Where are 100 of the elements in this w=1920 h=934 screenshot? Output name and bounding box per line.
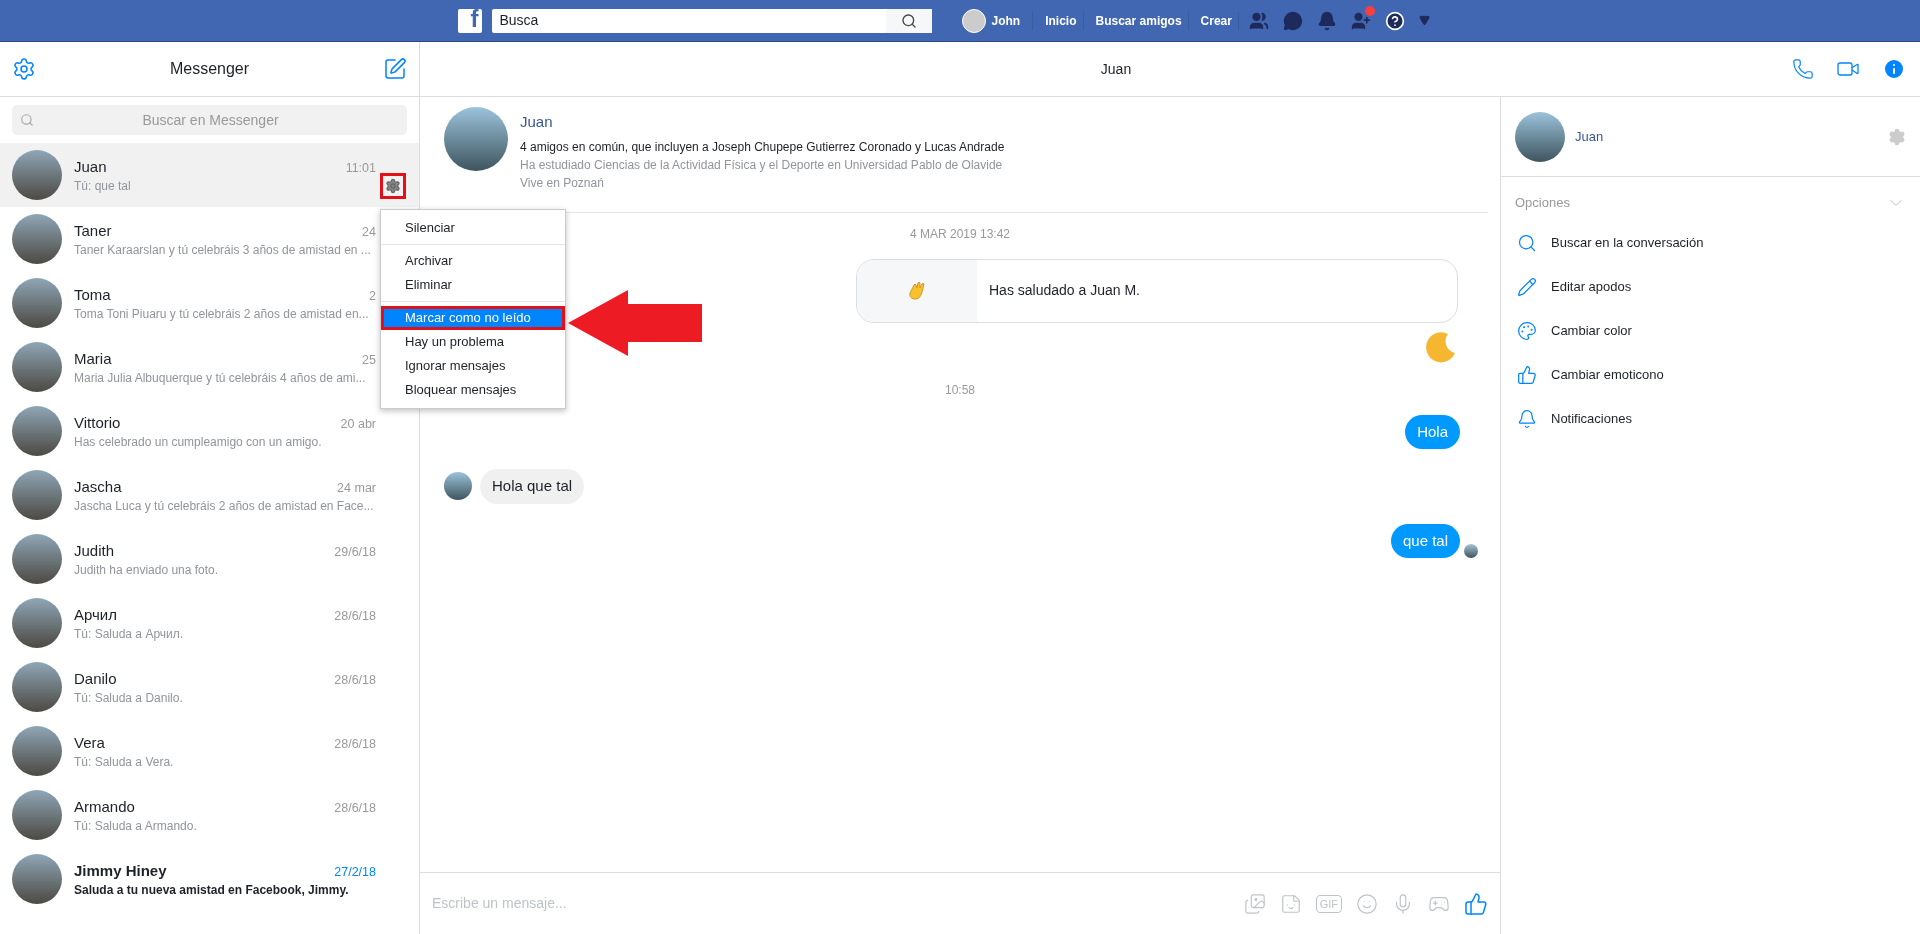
settings-button[interactable] (380, 173, 406, 199)
menu-item[interactable]: Archivar (381, 249, 565, 273)
contact-name: Vera (74, 733, 105, 754)
help-icon[interactable] (1384, 10, 1405, 31)
message-preview: Toma Toni Piuaru y tú celebráis 2 años de amistad en... (74, 306, 369, 322)
message-preview: Tú: Saluda a Danilo. (74, 690, 183, 706)
search-icon (900, 12, 917, 29)
message-time: 25 (362, 352, 376, 370)
message-time: 2 (369, 288, 376, 306)
conversation-item[interactable]: Danilo 28/6/18 Tú: Saluda a Danilo. (12, 662, 376, 712)
settings-icon[interactable] (12, 57, 36, 81)
friends-icon[interactable] (1248, 10, 1269, 31)
facebook-logo[interactable]: f (457, 8, 482, 33)
user-avatar[interactable] (961, 8, 986, 33)
message-preview: Tú: que tal (74, 178, 131, 194)
menu-item[interactable]: Hay un problema (381, 330, 565, 354)
nav-link[interactable]: Buscar amigos (1089, 11, 1189, 30)
location-info: Vive en Poznań (520, 174, 605, 192)
sender-avatar (444, 472, 472, 501)
contact-name: Taner (74, 221, 112, 242)
palette-icon (1517, 321, 1537, 341)
message-time: 24 (362, 224, 376, 242)
message-time: 28/6/18 (334, 736, 376, 754)
conversation-item[interactable]: Judith 29/6/18 Judith ha enviado una foto. (12, 534, 376, 584)
conversation-item[interactable]: Toma 2 Toma Toni Piuaru y tú celebráis 2 años de amistad en... (12, 278, 376, 328)
conversation-item[interactable]: Jascha 24 mar Jascha Luca y tú celebráis 2 años de amistad en Face... (12, 470, 376, 520)
message-time: 28/6/18 (334, 608, 376, 626)
profile-name[interactable]: Juan (1575, 126, 1878, 147)
message-time: 20 abr (340, 416, 376, 434)
message-preview: Tú: Saluda a Armando. (74, 818, 197, 834)
thumbs-up-icon (1517, 365, 1537, 385)
section-title: Opciones (1515, 194, 1570, 213)
message-time: 24 mar (337, 480, 376, 498)
timestamp: 4 MAR 2019 13:42 (909, 225, 1011, 243)
conversation-item[interactable]: Арчил 28/6/18 Tú: Saluda a Арчил. (12, 598, 376, 648)
contact-name: Maria (74, 349, 112, 370)
avatar-photo (12, 342, 62, 392)
option-item[interactable]: Cambiar color (1501, 309, 1920, 353)
pencil-icon (1517, 277, 1537, 297)
menu-item[interactable]: Ignorar mensajes (381, 354, 565, 378)
gear-icon (385, 178, 401, 194)
message-time: 28/6/18 (334, 800, 376, 818)
compose-icon[interactable] (383, 57, 407, 81)
outgoing-message: que tal (1390, 523, 1460, 558)
search-input[interactable]: Busca (491, 10, 886, 31)
crescent-moon-icon (1424, 330, 1458, 365)
message-preview: Taner Karaarslan y tú celebráis 3 años de amistad en ... (74, 242, 371, 258)
avatar-photo (12, 534, 62, 584)
menu-item[interactable]: Marcar como no leído (381, 306, 565, 330)
panel-title: Messenger (169, 59, 250, 79)
search-field[interactable]: Busca (491, 8, 932, 33)
thumbs-up-icon[interactable] (1464, 891, 1488, 916)
option-item[interactable]: Cambiar emoticono (1501, 353, 1920, 397)
settings-icon[interactable] (1888, 127, 1906, 146)
menu-item[interactable]: Silenciar (381, 216, 565, 240)
conversation-item[interactable]: Juan 11:01 Tú: que tal (12, 150, 376, 200)
contact-name: Jascha (74, 477, 122, 498)
nav-link[interactable]: Inicio (1039, 11, 1084, 30)
menu-item[interactable]: Bloquear mensajes (381, 378, 565, 402)
smiley-icon[interactable] (1356, 892, 1378, 915)
message-preview: Maria Julia Albuquerque y tú celebráis 4 años de ami... (74, 370, 366, 386)
caret-icon[interactable] (1418, 15, 1430, 26)
conversation-item[interactable]: Vera 28/6/18 Tú: Saluda a Vera. (12, 726, 376, 776)
profile-link[interactable]: John (991, 11, 1034, 30)
option-item[interactable]: Buscar en la conversación (1501, 221, 1920, 265)
menu-item[interactable]: Eliminar (381, 273, 565, 297)
avatar-photo (12, 278, 62, 328)
message-preview: Judith ha enviado una foto. (74, 562, 219, 578)
message-preview: Saluda a tu nueva amistad en Facebook, Jimmy. (74, 882, 349, 898)
search-input[interactable]: Buscar en Messenger (42, 109, 399, 131)
conversation-item[interactable]: Jimmy Hiney 27/2/18 Saluda a tu nueva amistad en Facebook, Jimmy. (12, 854, 376, 904)
avatar-photo (12, 854, 62, 904)
option-item[interactable]: Notificaciones (1501, 397, 1920, 441)
conversation-item[interactable]: Armando 28/6/18 Tú: Saluda a Armando. (12, 790, 376, 840)
friend-requests-icon[interactable] (1350, 10, 1371, 31)
avatar-photo (12, 790, 62, 840)
conversation-item[interactable]: Taner 24 Taner Karaarslan y tú celebráis 3 años de amistad en ... (12, 214, 376, 264)
bell-icon (1517, 409, 1537, 429)
notifications-icon[interactable] (1316, 10, 1337, 31)
image-icon[interactable] (1243, 892, 1266, 915)
outgoing-message: Hola (1405, 414, 1460, 449)
avatar-photo (12, 662, 62, 712)
contact-name: Armando (74, 797, 135, 818)
conversation-item[interactable]: Vittorio 20 abr Has celebrado un cumpleamigo con un amigo. (12, 406, 376, 456)
search-field[interactable]: Buscar en Messenger (12, 105, 407, 135)
info-icon[interactable] (1882, 57, 1906, 81)
nav-link[interactable]: Crear (1194, 11, 1239, 30)
phone-icon[interactable] (1792, 58, 1814, 80)
contact-name: Toma (74, 285, 111, 306)
conversation-item[interactable]: Maria 25 Maria Julia Albuquerque y tú celebráis 4 años de ami... (12, 342, 376, 392)
profile-name[interactable]: Juan (520, 111, 1005, 134)
incoming-message: Hola que tal (480, 469, 585, 504)
message-input[interactable]: Escribe un mensaje... (432, 893, 1244, 914)
message-preview: Jascha Luca y tú celebráis 2 años de amistad en Face... (74, 498, 374, 514)
messenger-icon[interactable] (1282, 10, 1303, 31)
message-time: 29/6/18 (334, 544, 376, 562)
avatar-photo (12, 598, 62, 648)
sticker-icon[interactable] (1279, 892, 1302, 915)
profile-photo (1515, 111, 1565, 162)
option-item[interactable]: Editar apodos (1501, 265, 1920, 309)
